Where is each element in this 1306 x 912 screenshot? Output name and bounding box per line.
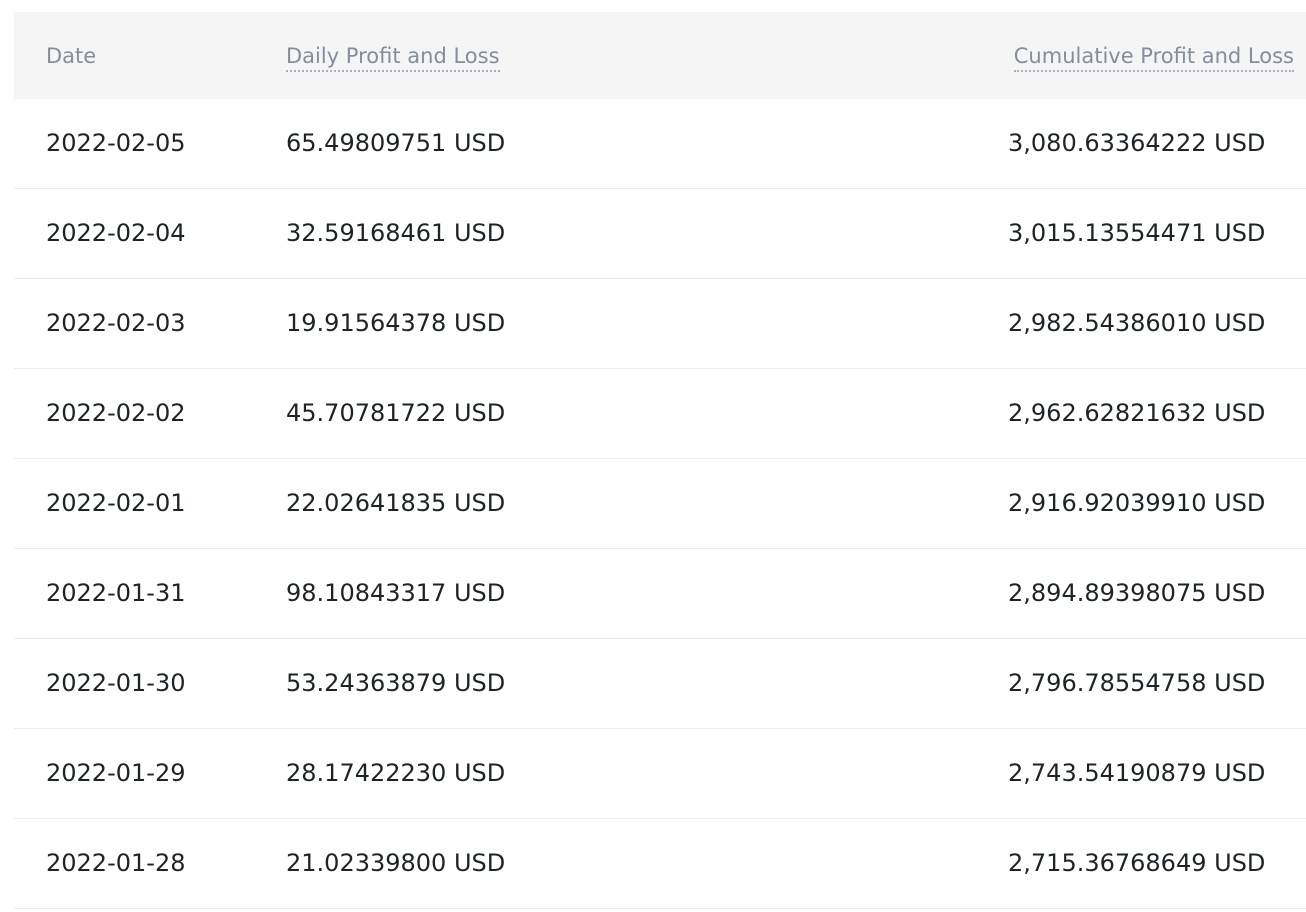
row-date: 2022-02-02 [46, 399, 186, 427]
header-date: Date [46, 44, 97, 68]
row-daily-pnl: 53.24363879 USD [286, 669, 506, 697]
row-cumulative-pnl: 3,015.13554471 USD [1008, 219, 1266, 247]
table-row: 2022-01-30 53.24363879 USD 2,796.78554758 … [14, 639, 1306, 729]
row-cumulative-pnl: 2,715.36768649 USD [1008, 849, 1266, 877]
table-row: 2022-01-31 98.10843317 USD 2,894.89398075 … [14, 549, 1306, 639]
pnl-table: Date Daily Profit and Loss Cumulative Pr… [14, 12, 1306, 909]
table-row: 2022-02-02 45.70781722 USD 2,962.62821632 … [14, 369, 1306, 459]
row-daily-pnl: 21.02339800 USD [286, 849, 506, 877]
row-daily-pnl: 28.17422230 USD [286, 759, 506, 787]
row-date: 2022-01-28 [46, 849, 186, 877]
row-daily-pnl: 22.02641835 USD [286, 489, 506, 517]
row-daily-pnl: 45.70781722 USD [286, 399, 506, 427]
table-row: 2022-01-29 28.17422230 USD 2,743.54190879 … [14, 729, 1306, 819]
row-cumulative-pnl: 2,916.92039910 USD [1008, 489, 1266, 517]
table-body: 2022-02-05 65.49809751 USD 3,080.63364222 … [14, 99, 1306, 909]
table-row: 2022-02-03 19.91564378 USD 2,982.54386010 … [14, 279, 1306, 369]
table-row: 2022-02-04 32.59168461 USD 3,015.13554471 … [14, 189, 1306, 279]
row-date: 2022-02-03 [46, 309, 186, 337]
row-date: 2022-01-29 [46, 759, 186, 787]
row-date: 2022-02-05 [46, 129, 186, 157]
row-date: 2022-02-04 [46, 219, 186, 247]
row-cumulative-pnl: 2,982.54386010 USD [1008, 309, 1266, 337]
table-row: 2022-02-05 65.49809751 USD 3,080.63364222 … [14, 99, 1306, 189]
row-date: 2022-02-01 [46, 489, 186, 517]
table-row: 2022-02-01 22.02641835 USD 2,916.92039910 … [14, 459, 1306, 549]
row-cumulative-pnl: 2,962.62821632 USD [1008, 399, 1266, 427]
row-date: 2022-01-30 [46, 669, 186, 697]
table-row: 2022-01-28 21.02339800 USD 2,715.36768649 … [14, 819, 1306, 909]
row-daily-pnl: 32.59168461 USD [286, 219, 506, 247]
row-date: 2022-01-31 [46, 579, 186, 607]
row-cumulative-pnl: 2,796.78554758 USD [1008, 669, 1266, 697]
row-daily-pnl: 98.10843317 USD [286, 579, 506, 607]
row-cumulative-pnl: 3,080.63364222 USD [1008, 129, 1266, 157]
row-cumulative-pnl: 2,894.89398075 USD [1008, 579, 1266, 607]
row-daily-pnl: 65.49809751 USD [286, 129, 506, 157]
header-daily-pnl[interactable]: Daily Profit and Loss [286, 43, 500, 72]
header-cumulative-pnl[interactable]: Cumulative Profit and Loss [1013, 43, 1294, 72]
row-cumulative-pnl: 2,743.54190879 USD [1008, 759, 1266, 787]
row-daily-pnl: 19.91564378 USD [286, 309, 506, 337]
table-header: Date Daily Profit and Loss Cumulative Pr… [14, 12, 1306, 99]
